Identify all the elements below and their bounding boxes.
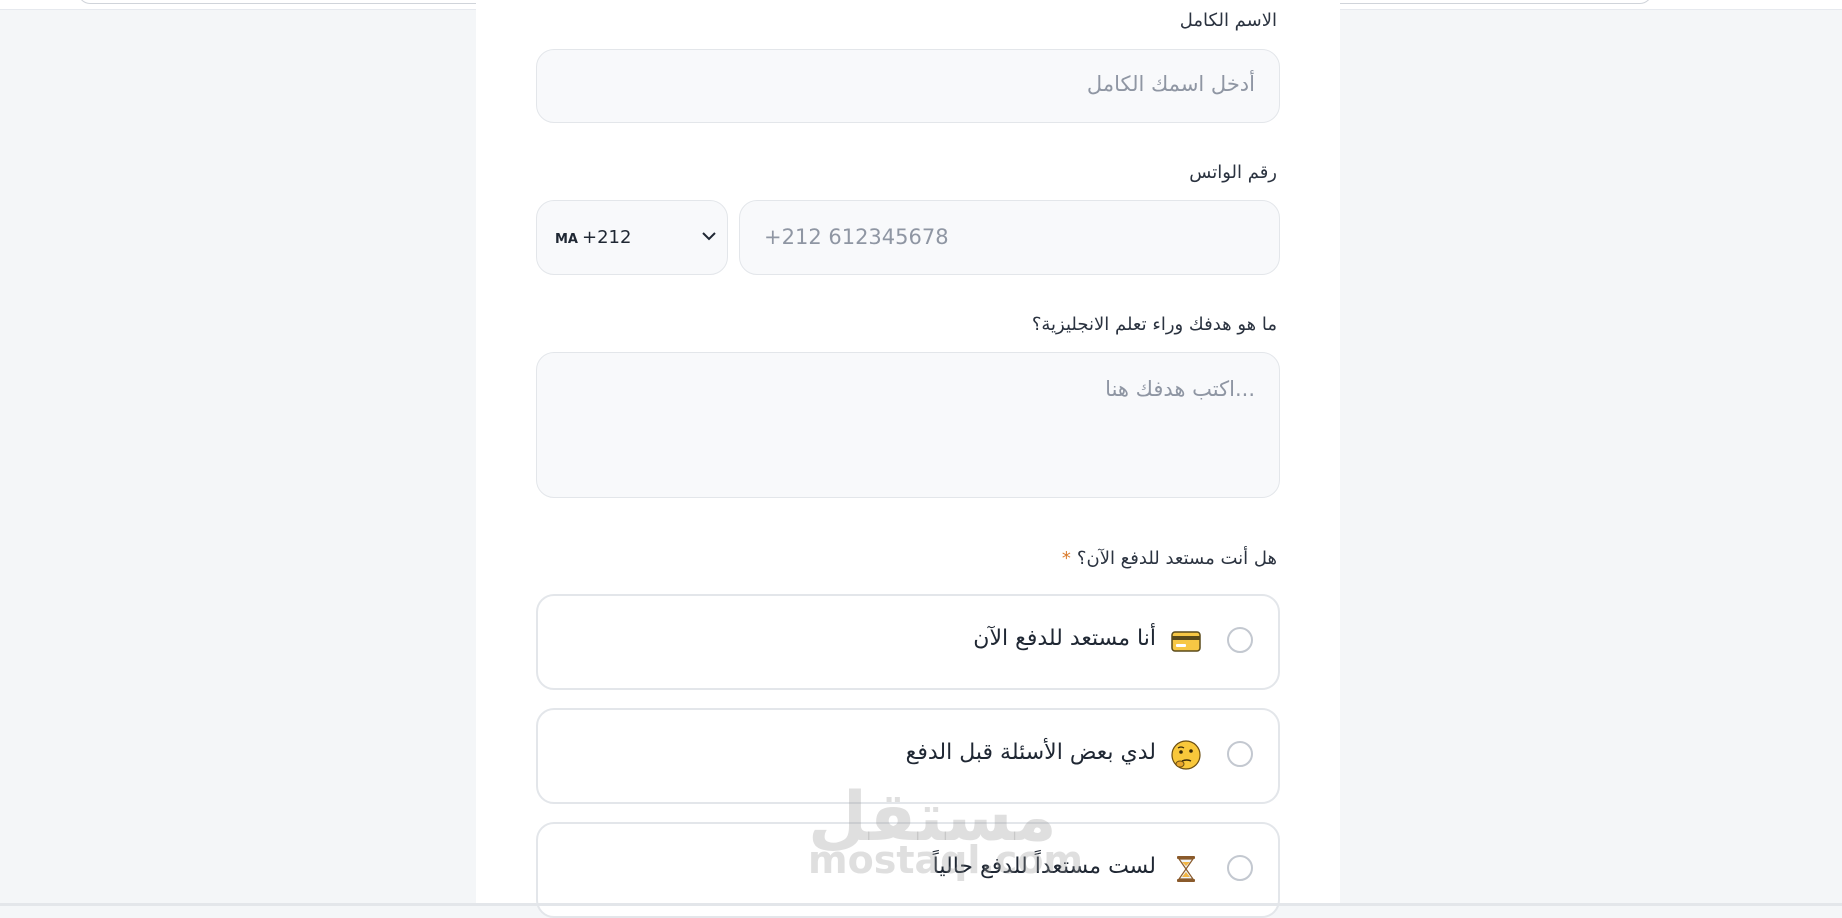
option-label: لست مستعداً للدفع حالياً — [932, 854, 1156, 879]
required-asterisk: * — [1061, 548, 1071, 569]
radio-button[interactable] — [1227, 627, 1253, 653]
payment-option-ready[interactable]: أنا مستعد للدفع الآن — [536, 594, 1280, 690]
option-label: لدي بعض الأسئلة قبل الدفع — [905, 740, 1156, 765]
payment-label: هل أنت مستعد للدفع الآن؟* — [1062, 548, 1277, 569]
payment-option-questions[interactable]: لدي بعض الأسئلة قبل الدفع — [536, 708, 1280, 804]
full-name-label: الاسم الكامل — [1179, 10, 1277, 31]
whatsapp-label: رقم الواتس — [1189, 162, 1277, 183]
form-card: الاسم الكامل أدخل اسمك الكامل رقم الواتس… — [476, 0, 1340, 918]
full-name-input[interactable]: أدخل اسمك الكامل — [536, 49, 1280, 123]
radio-button[interactable] — [1227, 855, 1253, 881]
whatsapp-placeholder: +212 612345678 — [764, 225, 949, 249]
goal-placeholder: اكتب هدفك هنا... — [1105, 377, 1255, 401]
goal-label: ما هو هدفك وراء تعلم الانجليزية؟ — [1031, 314, 1277, 335]
credit-card-icon — [1171, 631, 1201, 652]
goal-textarea[interactable]: اكتب هدفك هنا... — [536, 352, 1280, 498]
country-code-select[interactable]: MA +212 — [536, 200, 728, 275]
thinking-face-icon — [1171, 740, 1201, 770]
hourglass-icon — [1177, 856, 1195, 882]
country-flag: MA — [555, 232, 578, 247]
full-name-placeholder: أدخل اسمك الكامل — [1086, 72, 1255, 96]
whatsapp-number-input[interactable]: +212 612345678 — [739, 200, 1280, 275]
radio-button[interactable] — [1227, 741, 1253, 767]
country-code-value: MA +212 — [555, 227, 631, 248]
country-code: +212 — [582, 227, 632, 248]
payment-label-text: هل أنت مستعد للدفع الآن؟ — [1076, 548, 1277, 569]
option-label: أنا مستعد للدفع الآن — [973, 626, 1156, 651]
chevron-down-icon — [702, 232, 716, 241]
